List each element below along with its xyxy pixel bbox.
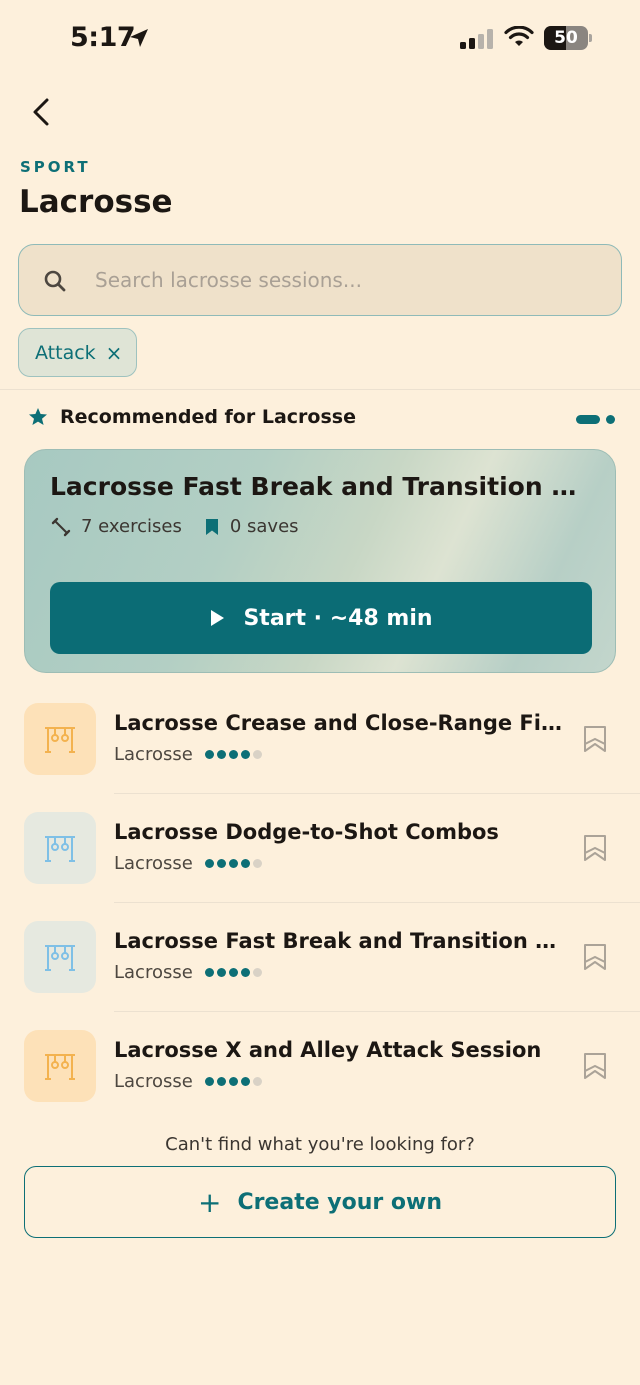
location-arrow-icon xyxy=(130,29,148,47)
session-list: Lacrosse Crease and Close-Range Finishin… xyxy=(0,685,640,1121)
session-subtitle: Lacrosse xyxy=(114,853,262,874)
start-button-label: Start · ~48 min xyxy=(243,605,433,631)
star-icon xyxy=(29,408,47,425)
rings-icon xyxy=(45,945,75,971)
session-thumbnail xyxy=(24,703,96,775)
pager-dot[interactable] xyxy=(606,415,615,424)
page-eyebrow: SPORT xyxy=(20,158,91,176)
list-item[interactable]: Lacrosse Crease and Close-Range Finishin… xyxy=(0,685,640,794)
difficulty-dots xyxy=(204,750,262,759)
session-thumbnail xyxy=(24,812,96,884)
status-bar: 5:17 50 xyxy=(0,0,640,80)
exercise-count: 7 exercises xyxy=(81,516,182,537)
dumbbell-icon xyxy=(51,517,71,536)
session-subtitle: Lacrosse xyxy=(114,1071,262,1092)
carousel-pager[interactable] xyxy=(576,415,615,424)
session-subtitle: Lacrosse xyxy=(114,744,262,765)
search-box[interactable] xyxy=(18,244,622,316)
recommended-card-meta: 7 exercises 0 saves xyxy=(51,516,321,537)
section-divider xyxy=(0,389,640,390)
session-title: Lacrosse X and Alley Attack Session xyxy=(114,1038,542,1062)
footer-question: Can't find what you're looking for? xyxy=(165,1134,475,1155)
plus-icon: + xyxy=(197,1185,222,1219)
difficulty-dots xyxy=(204,1077,262,1086)
session-title: Lacrosse Crease and Close-Range Finishin… xyxy=(114,711,564,735)
cellular-signal-icon xyxy=(460,29,493,49)
session-sport: Lacrosse xyxy=(114,962,193,983)
back-button[interactable] xyxy=(22,92,62,132)
recommended-heading: Recommended for Lacrosse xyxy=(28,406,356,428)
start-button[interactable]: Start · ~48 min xyxy=(50,582,592,654)
difficulty-dots xyxy=(204,859,262,868)
session-thumbnail xyxy=(24,1030,96,1102)
search-icon xyxy=(44,270,66,292)
session-subtitle: Lacrosse xyxy=(114,962,262,983)
filter-chip-attack[interactable]: Attack × xyxy=(18,328,138,377)
search-input[interactable] xyxy=(95,245,595,314)
pager-dot-active[interactable] xyxy=(576,415,600,424)
chevron-left-icon xyxy=(33,98,49,126)
session-title: Lacrosse Fast Break and Transition Attac… xyxy=(114,929,564,953)
recommended-card-title: Lacrosse Fast Break and Transition Attac… xyxy=(50,472,595,501)
rings-icon xyxy=(45,836,75,862)
create-button-label: Create your own xyxy=(237,1189,443,1215)
status-time: 5:17 xyxy=(70,22,136,53)
list-item[interactable]: Lacrosse Dodge-to-Shot Combos Lacrosse xyxy=(0,794,640,903)
close-icon[interactable]: × xyxy=(106,341,123,365)
session-title: Lacrosse Dodge-to-Shot Combos xyxy=(114,820,499,844)
play-icon xyxy=(211,610,225,626)
bookmark-icon[interactable] xyxy=(582,725,608,753)
rings-icon xyxy=(45,1054,75,1080)
recommended-heading-text: Recommended for Lacrosse xyxy=(60,406,356,428)
bookmark-icon[interactable] xyxy=(582,943,608,971)
session-sport: Lacrosse xyxy=(114,853,193,874)
list-item[interactable]: Lacrosse Fast Break and Transition Attac… xyxy=(0,903,640,1012)
list-item[interactable]: Lacrosse X and Alley Attack Session Lacr… xyxy=(0,1012,640,1121)
session-thumbnail xyxy=(24,921,96,993)
create-your-own-button[interactable]: + Create your own xyxy=(24,1166,616,1238)
difficulty-dots xyxy=(204,968,262,977)
session-sport: Lacrosse xyxy=(114,744,193,765)
bookmark-filled-icon xyxy=(205,518,218,535)
session-sport: Lacrosse xyxy=(114,1071,193,1092)
wifi-icon xyxy=(504,26,534,46)
page-title: Lacrosse xyxy=(19,184,173,220)
recommended-card[interactable]: Lacrosse Fast Break and Transition Attac… xyxy=(24,449,616,673)
battery-indicator: 50 xyxy=(544,26,592,50)
bookmark-icon[interactable] xyxy=(582,834,608,862)
bookmark-icon[interactable] xyxy=(582,1052,608,1080)
save-count: 0 saves xyxy=(229,516,299,537)
battery-percent: 50 xyxy=(554,28,578,48)
filter-chip-label: Attack xyxy=(35,341,96,364)
rings-icon xyxy=(45,727,75,753)
